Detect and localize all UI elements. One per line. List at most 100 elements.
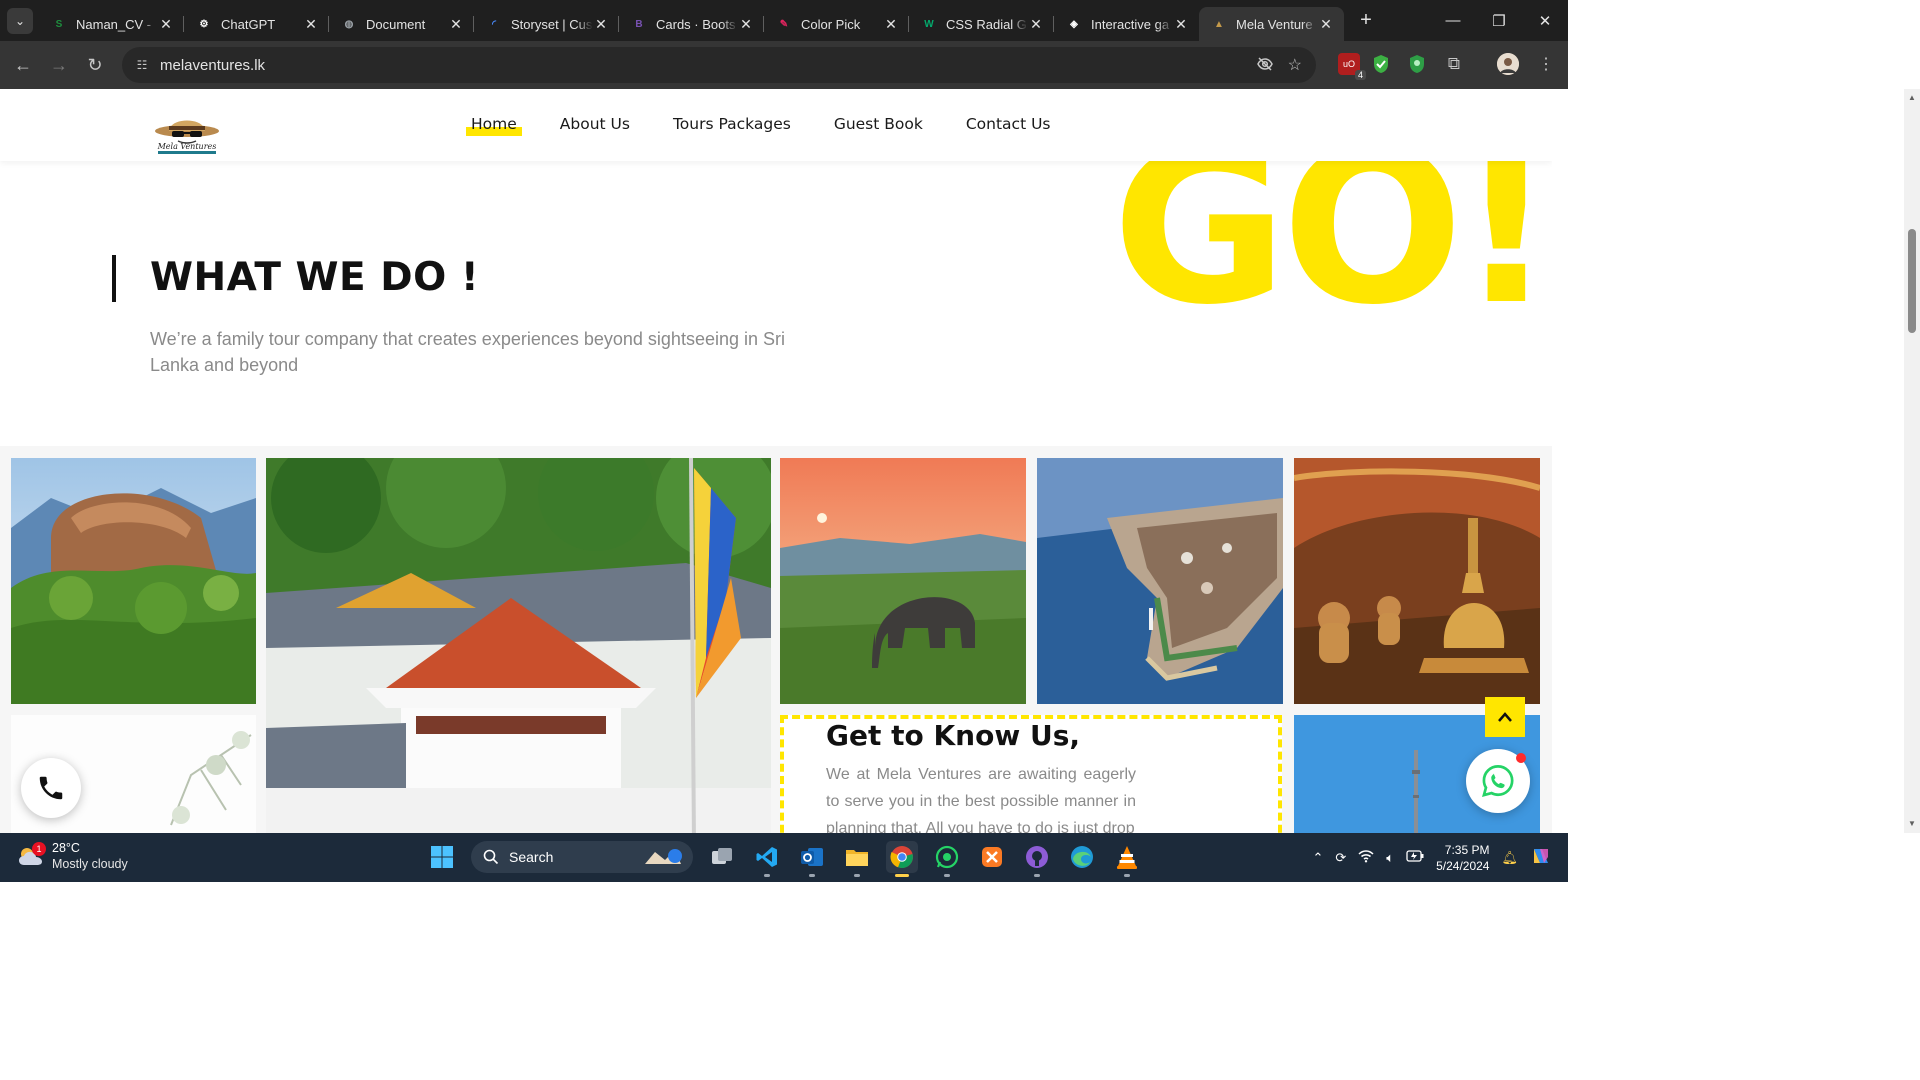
task-view-icon[interactable] — [706, 841, 738, 873]
wifi-icon[interactable] — [1358, 849, 1374, 866]
know-us-text: We at Mela Ventures are awaiting eagerly… — [826, 766, 1136, 833]
clock-time: 7:35 PM — [1444, 842, 1490, 857]
tab-close-icon[interactable]: ✕ — [1173, 16, 1189, 33]
tab-title: CSS Radial Gr — [946, 16, 1028, 32]
nav-link-about-us[interactable]: About Us — [560, 115, 630, 133]
windows-start-icon[interactable] — [426, 841, 458, 873]
url-text: melaventures.lk — [160, 56, 266, 74]
cloudy-weather-icon: 1 — [18, 842, 46, 867]
weather-widget[interactable]: 1 28°C Mostly cloudy — [18, 840, 128, 872]
minimize-button[interactable]: — — [1430, 0, 1476, 41]
tab-close-icon[interactable]: ✕ — [1028, 16, 1044, 33]
tab-list: S Naman_CV - ✕ ⚙ ChatGPT ✕ ◍ Document ✕ ◜ Storyse… — [39, 0, 1344, 41]
browser-tab[interactable]: ◜ Storyset | Cus ✕ — [473, 7, 619, 41]
tab-close-icon[interactable]: ✕ — [448, 16, 464, 33]
edge-icon[interactable] — [1066, 841, 1098, 873]
xampp-icon[interactable] — [976, 841, 1008, 873]
know-us-title: Get to Know Us, — [826, 719, 1080, 752]
tab-close-icon[interactable]: ✕ — [303, 16, 319, 33]
nav-link-guest-book[interactable]: Guest Book — [834, 115, 923, 133]
profile-avatar[interactable] — [1497, 53, 1519, 75]
sync-icon[interactable]: ⟳ — [1335, 850, 1346, 866]
nav-link-home[interactable]: Home — [466, 115, 522, 136]
codepen-icon: ◈ — [1070, 18, 1078, 30]
section-description: We’re a family tour company that creates… — [150, 329, 785, 375]
web-page: GO! Mela Ventures Home About Us Tours Pack… — [0, 89, 1552, 833]
globe-icon: ◍ — [344, 18, 354, 30]
github-desktop-icon[interactable] — [1021, 841, 1053, 877]
new-tab-button[interactable]: + — [1352, 7, 1380, 35]
browser-tab[interactable]: ◈ Interactive ga ✕ — [1053, 7, 1199, 41]
tab-title: Naman_CV - — [76, 16, 152, 32]
weather-temperature: 28°C — [52, 841, 80, 855]
close-window-button[interactable]: ✕ — [1522, 0, 1568, 41]
mela-ventures-logo[interactable]: Mela Ventures — [152, 109, 222, 155]
chevron-up-tray-icon[interactable]: ⌃ — [1312, 850, 1323, 866]
weather-condition: Mostly cloudy — [52, 857, 128, 871]
tab-title: Cards · Boots — [656, 16, 736, 32]
window-controls: — ❐ ✕ — [1430, 0, 1568, 41]
extensions-puzzle-icon[interactable]: ⧉ — [1443, 53, 1465, 75]
notification-dot — [1516, 753, 1526, 763]
volume-icon[interactable]: 🔈︎ — [1386, 850, 1394, 866]
tab-close-icon[interactable]: ✕ — [593, 16, 609, 33]
address-bar[interactable]: ☷ melaventures.lk ☆ — [122, 47, 1316, 83]
tab-strip: ⌄ S Naman_CV - ✕ ⚙ ChatGPT ✕ ◍ Document ✕ ◜ Story… — [0, 0, 1568, 41]
site-info-icon[interactable]: ☷ — [130, 53, 154, 77]
nav-link-tours-packages[interactable]: Tours Packages — [673, 115, 791, 133]
whatsapp-app-icon[interactable] — [931, 841, 963, 877]
sigiriya-rock-image[interactable] — [11, 458, 256, 704]
browser-tab[interactable]: B Cards · Boots ✕ — [618, 7, 764, 41]
browser-tab[interactable]: ◍ Document ✕ — [328, 7, 474, 41]
restore-button[interactable]: ❐ — [1476, 0, 1522, 41]
nav-link-contact-us[interactable]: Contact Us — [966, 115, 1051, 133]
scroll-down-arrow[interactable]: ▼ — [1907, 819, 1917, 829]
tab-close-icon[interactable]: ✕ — [883, 16, 899, 33]
call-button[interactable] — [21, 758, 81, 818]
browser-tab[interactable]: ✎ Color Pick ✕ — [763, 7, 909, 41]
tab-close-icon[interactable]: ✕ — [1318, 16, 1334, 33]
windows-taskbar: 1 28°C Mostly cloudy Search ⌃ ⟳ 🔈︎ 7:35 … — [0, 833, 1568, 882]
w3-icon: W — [924, 18, 934, 30]
scroll-thumb[interactable] — [1908, 229, 1916, 333]
elephant-sunset-image[interactable] — [780, 458, 1026, 704]
tab-search-button[interactable]: ⌄ — [7, 7, 33, 34]
browser-tab[interactable]: ⚙ ChatGPT ✕ — [183, 7, 329, 41]
whatsapp-icon — [1482, 765, 1514, 797]
vlc-icon[interactable] — [1111, 841, 1143, 877]
reload-button[interactable]: ↻ — [77, 47, 113, 83]
shield-extension-icon[interactable] — [1370, 53, 1392, 75]
dambulla-cave-temple-image[interactable] — [1294, 458, 1540, 704]
scroll-up-arrow[interactable]: ▲ — [1907, 93, 1917, 103]
search-icon — [483, 849, 499, 865]
chrome-icon[interactable] — [886, 841, 918, 877]
forward-button[interactable]: → — [41, 47, 77, 83]
galle-fort-aerial-image[interactable] — [1037, 458, 1283, 704]
browser-tab[interactable]: ▲ Mela Venture ✕ — [1199, 7, 1344, 41]
back-button[interactable]: ← — [5, 47, 41, 83]
eye-off-icon[interactable] — [1256, 55, 1274, 78]
temple-of-tooth-image[interactable] — [266, 458, 771, 833]
file-explorer-icon[interactable] — [841, 841, 873, 877]
browser-menu-icon[interactable]: ⋮ — [1535, 53, 1557, 75]
notification-bell-icon[interactable]: 🔔︎ — [1501, 850, 1518, 866]
taskbar-clock[interactable]: 7:35 PM 5/24/2024 — [1436, 842, 1489, 874]
whatsapp-button[interactable] — [1466, 749, 1530, 813]
copilot-icon[interactable] — [1530, 845, 1552, 870]
tab-title: Document — [366, 16, 426, 32]
outlook-new-icon[interactable] — [796, 841, 828, 877]
clock-date: 5/24/2024 — [1436, 858, 1490, 873]
browser-tab[interactable]: S Naman_CV - ✕ — [39, 7, 184, 41]
browser-tab[interactable]: W CSS Radial Gr ✕ — [908, 7, 1054, 41]
page-scrollbar[interactable]: ▲ ▼ — [1904, 89, 1920, 833]
scroll-to-top-button[interactable] — [1485, 697, 1525, 737]
bookmark-star-icon[interactable]: ☆ — [1288, 55, 1302, 78]
system-tray: ⌃ ⟳ 🔈︎ 7:35 PM 5/24/2024 🔔︎ — [1312, 833, 1552, 882]
taskbar-search[interactable]: Search — [471, 841, 693, 873]
vscode-icon[interactable] — [751, 841, 783, 877]
tab-close-icon[interactable]: ✕ — [738, 16, 754, 33]
battery-icon[interactable] — [1406, 850, 1424, 865]
tab-close-icon[interactable]: ✕ — [158, 16, 174, 33]
ublock-extension-icon[interactable]: uO 4 — [1338, 53, 1366, 80]
vpn-extension-icon[interactable] — [1406, 53, 1428, 75]
